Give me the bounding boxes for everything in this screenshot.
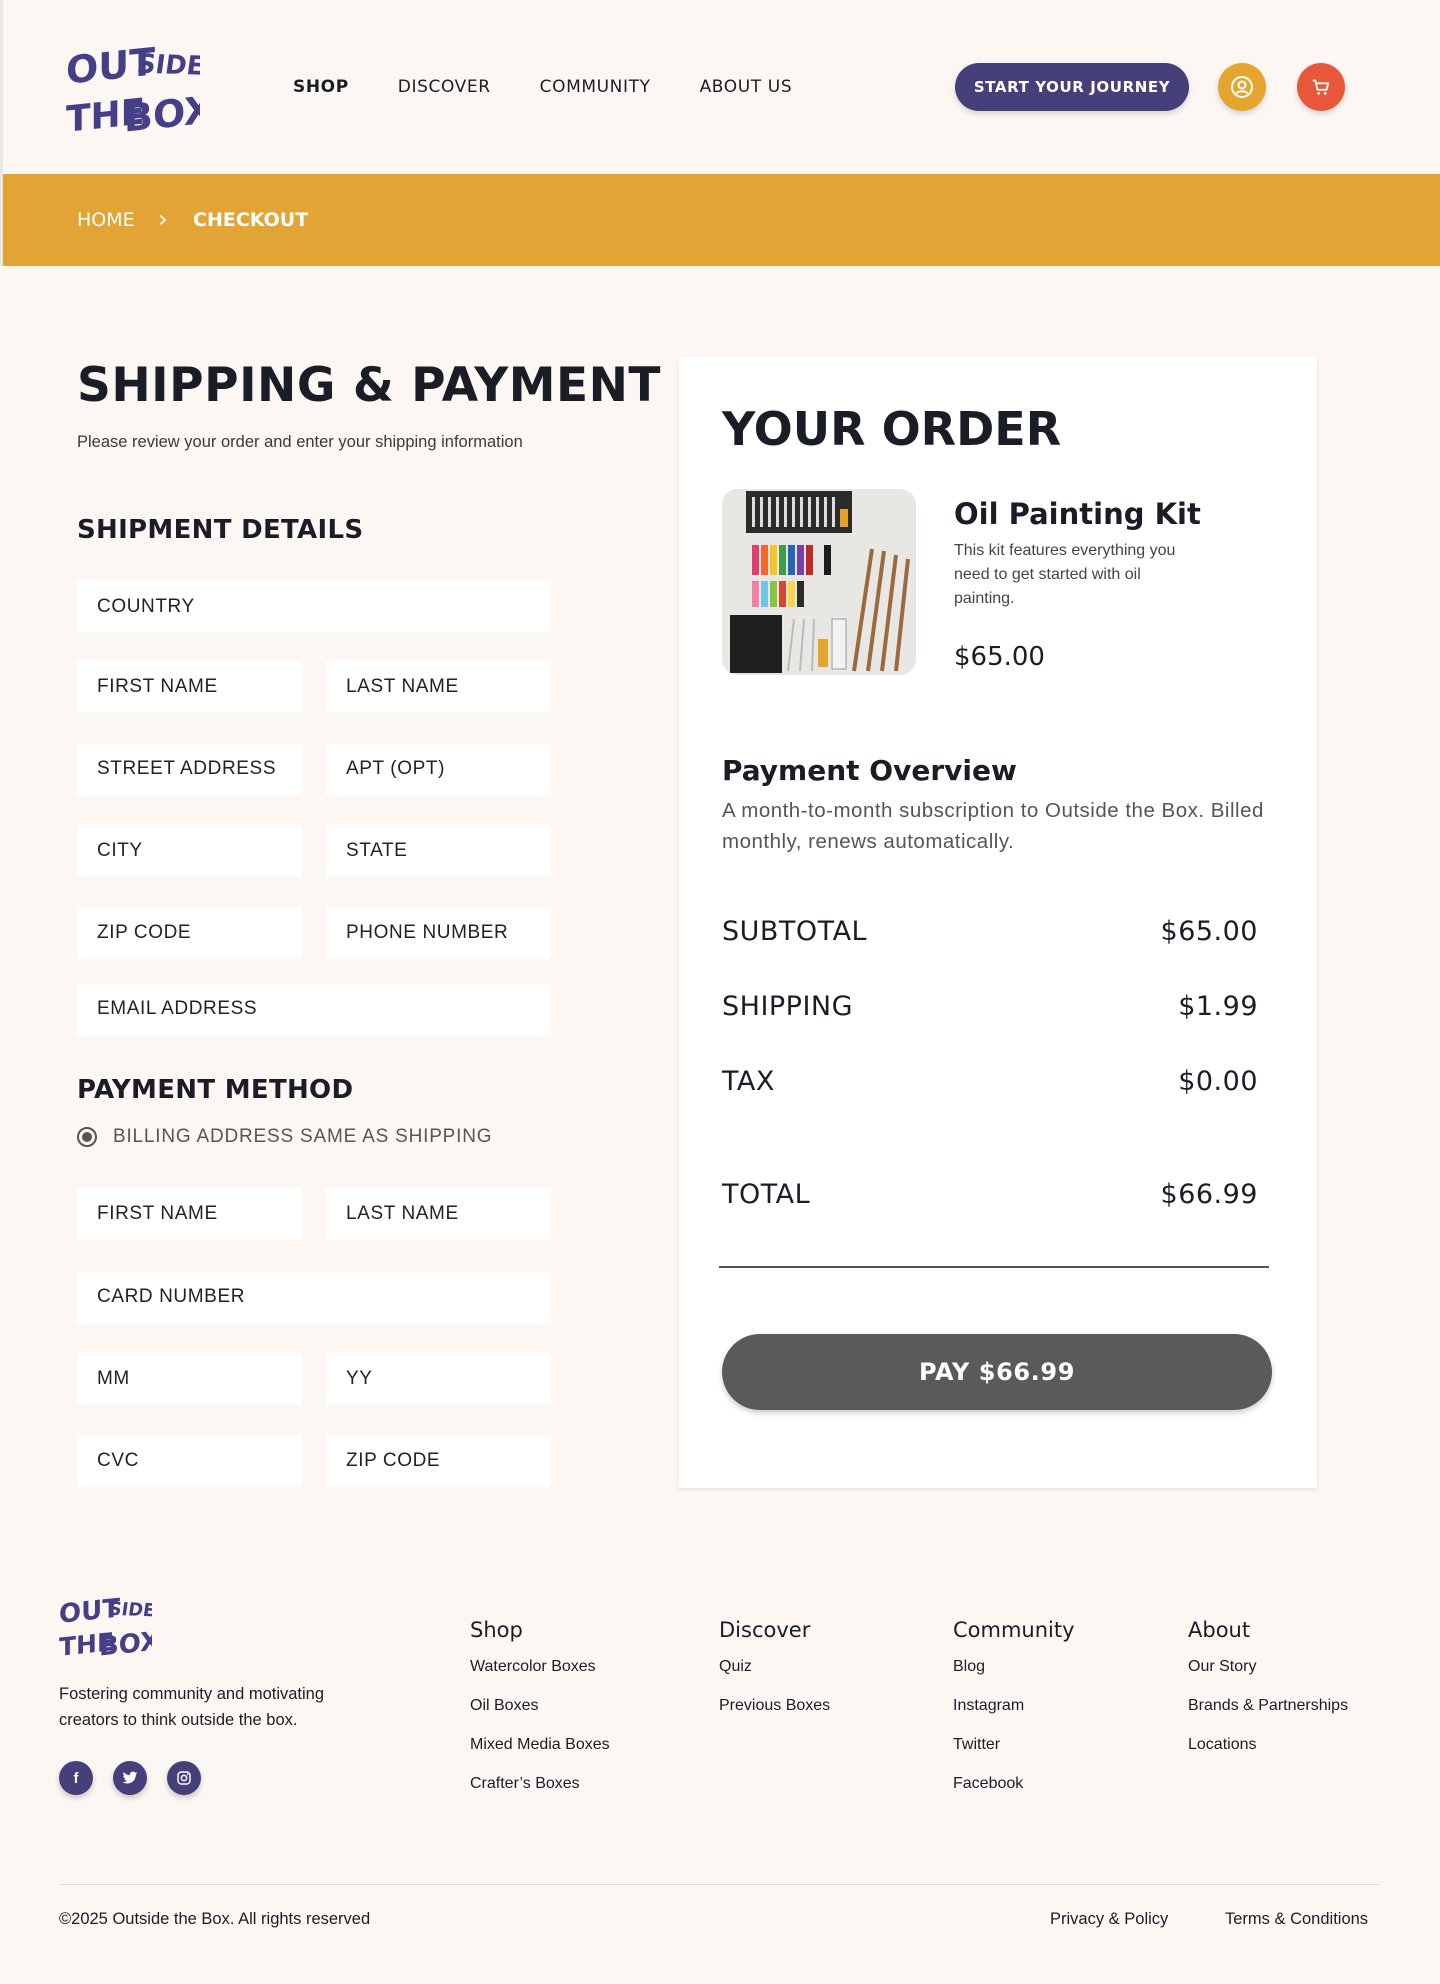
total-value: $66.99: [1160, 1179, 1258, 1210]
privacy-policy-link[interactable]: Privacy & Policy: [1050, 1910, 1168, 1929]
email-field[interactable]: [77, 983, 551, 1035]
payment-overview-text: A month-to-month subscription to Outside…: [722, 799, 1264, 853]
footer-column-shop: Shop Watercolor Boxes Oil Boxes Mixed Me…: [470, 1618, 610, 1814]
payment-method-title: PAYMENT METHOD: [77, 1075, 354, 1105]
copyright: ©2025 Outside the Box. All rights reserv…: [59, 1910, 371, 1928]
footer-column-title: Discover: [719, 1618, 811, 1642]
last-name-field[interactable]: [326, 661, 551, 713]
footer-logo-word-side: SIDE: [107, 1599, 152, 1622]
billing-same-label: BILLING ADDRESS SAME AS SHIPPING: [113, 1126, 493, 1147]
footer-link[interactable]: Instagram: [953, 1697, 1075, 1715]
city-field[interactable]: [77, 825, 302, 877]
cart-button[interactable]: [1297, 63, 1345, 111]
footer-link[interactable]: Twitter: [953, 1736, 1075, 1754]
card-last-name-field[interactable]: [326, 1188, 551, 1240]
country-field[interactable]: [77, 581, 551, 633]
nav-item-shop[interactable]: SHOP: [293, 76, 349, 98]
cvc-field[interactable]: [77, 1435, 302, 1487]
card-first-name-field[interactable]: [77, 1188, 302, 1240]
billing-same-option[interactable]: BILLING ADDRESS SAME AS SHIPPING: [77, 1126, 492, 1148]
logo-word-side: SIDE: [135, 49, 200, 81]
product-price: $65.00: [954, 642, 1045, 672]
subtotal-row: SUBTOTAL $65.00: [722, 916, 1258, 947]
twitter-icon[interactable]: [113, 1761, 147, 1795]
subtotal-value: $65.00: [1160, 916, 1258, 947]
footer-column-discover: Discover Quiz Previous Boxes: [719, 1618, 830, 1736]
account-button[interactable]: [1218, 63, 1266, 111]
social-links: f: [59, 1761, 221, 1795]
breadcrumb-home[interactable]: HOME: [77, 209, 135, 231]
tax-label: TAX: [722, 1066, 775, 1097]
start-journey-button[interactable]: START YOUR JOURNEY: [955, 63, 1189, 111]
footer-column-community: Community Blog Instagram Twitter Faceboo…: [953, 1618, 1075, 1814]
shipping-label: SHIPPING: [722, 991, 854, 1022]
shipment-details-title: SHIPMENT DETAILS: [77, 515, 364, 545]
tax-row: TAX $0.00: [722, 1066, 1258, 1097]
main-nav: SHOP DISCOVER COMMUNITY ABOUT US: [293, 76, 841, 98]
billing-zip-field[interactable]: [326, 1435, 551, 1487]
nav-item-about-us[interactable]: ABOUT US: [700, 76, 793, 98]
subtotal-label: SUBTOTAL: [722, 916, 868, 947]
site-header: OUT SIDE THE BOX SHOP DISCOVER COMMUNITY…: [0, 0, 1440, 174]
footer-column-title: Shop: [470, 1618, 523, 1642]
chevron-right-icon: ›: [158, 205, 168, 233]
nav-item-discover[interactable]: DISCOVER: [398, 76, 491, 98]
footer-link[interactable]: Oil Boxes: [470, 1697, 610, 1715]
total-label: TOTAL: [722, 1179, 811, 1210]
state-field[interactable]: [326, 825, 551, 877]
footer-link[interactable]: Quiz: [719, 1658, 830, 1676]
payment-overview-title: Payment Overview: [722, 754, 1017, 787]
expiry-month-field[interactable]: [77, 1353, 302, 1405]
footer-column-title: About: [1188, 1618, 1251, 1642]
breadcrumb-current: CHECKOUT: [193, 209, 309, 231]
logo-word-box: BOX: [124, 87, 200, 140]
nav-item-community[interactable]: COMMUNITY: [540, 76, 651, 98]
footer-link[interactable]: Our Story: [1188, 1658, 1348, 1676]
terms-conditions-link[interactable]: Terms & Conditions: [1225, 1910, 1368, 1929]
zip-code-field[interactable]: [77, 907, 302, 959]
order-title: YOUR ORDER: [722, 402, 1062, 456]
product-name: Oil Painting Kit: [954, 497, 1201, 531]
footer-tagline: Fostering community and motivating creat…: [59, 1685, 325, 1729]
shipping-row: SHIPPING $1.99: [722, 991, 1258, 1022]
street-address-field[interactable]: [77, 743, 302, 795]
page-subtitle: Please review your order and enter your …: [77, 433, 523, 451]
product-description: This kit features everything you need to…: [954, 542, 1176, 607]
cart-icon: [1312, 79, 1330, 95]
page-title: SHIPPING & PAYMENT: [77, 358, 661, 413]
breadcrumb: HOME › CHECKOUT: [3, 174, 1440, 266]
billing-same-radio[interactable]: [77, 1127, 97, 1147]
instagram-icon[interactable]: [167, 1761, 201, 1795]
footer-divider: [59, 1884, 1379, 1885]
footer-link[interactable]: Facebook: [953, 1775, 1075, 1793]
phone-number-field[interactable]: [326, 907, 551, 959]
tax-value: $0.00: [1178, 1066, 1258, 1097]
apt-field[interactable]: [326, 743, 551, 795]
footer-link[interactable]: Previous Boxes: [719, 1697, 830, 1715]
footer-column-title: Community: [953, 1618, 1075, 1642]
footer-link[interactable]: Blog: [953, 1658, 1075, 1676]
footer-link[interactable]: Brands & Partnerships: [1188, 1697, 1348, 1715]
footer-link[interactable]: Mixed Media Boxes: [470, 1736, 610, 1754]
brand-logo[interactable]: OUT SIDE THE BOX: [64, 36, 213, 144]
footer-link[interactable]: Crafter’s Boxes: [470, 1775, 610, 1793]
pay-button[interactable]: PAY $66.99: [722, 1334, 1272, 1410]
user-circle-icon: [1231, 76, 1253, 98]
facebook-icon[interactable]: f: [59, 1761, 93, 1795]
expiry-year-field[interactable]: [326, 1353, 551, 1405]
footer-logo-word-box: BOX: [99, 1626, 152, 1662]
footer-logo[interactable]: OUT SIDE THE BOX: [58, 1590, 160, 1664]
summary-divider: [719, 1266, 1269, 1268]
product-image: [722, 489, 916, 675]
footer-column-about: About Our Story Brands & Partnerships Lo…: [1188, 1618, 1348, 1775]
card-number-field[interactable]: [77, 1271, 551, 1323]
total-row: TOTAL $66.99: [722, 1179, 1258, 1210]
first-name-field[interactable]: [77, 661, 302, 713]
footer-link[interactable]: Locations: [1188, 1736, 1348, 1754]
shipping-value: $1.99: [1178, 991, 1258, 1022]
footer-link[interactable]: Watercolor Boxes: [470, 1658, 610, 1676]
order-summary-card: YOUR ORDER Oil Painting Kit This kit fea…: [679, 357, 1317, 1488]
